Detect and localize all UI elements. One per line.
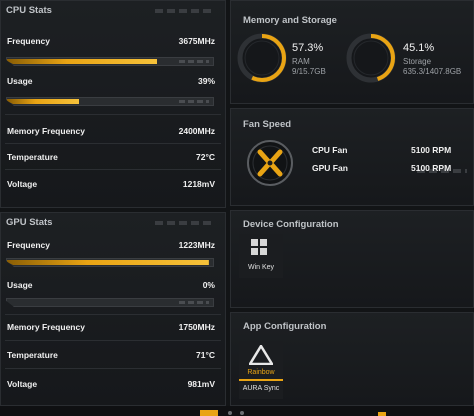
device-configuration-title: Device Configuration [243,219,339,230]
win-key-label: Win Key [247,264,275,271]
cpu-voltage-value: 1218mV [182,179,215,189]
cpu-memory-frequency-label: Memory Frequency [7,126,85,136]
cpu-frequency-label: Frequency [7,36,50,46]
cpu-temperature-label: Temperature [7,152,58,162]
page-indicator-dot[interactable] [240,411,244,415]
page-indicator-active[interactable] [200,410,218,416]
panel-decoration [155,9,215,13]
memory-storage-title: Memory and Storage [243,15,337,26]
app-configuration-title: App Configuration [243,321,327,332]
gpu-frequency-bar-fill [7,260,209,265]
bottom-bar [0,406,474,416]
gpu-temperature-label: Temperature [7,350,58,360]
app-configuration-panel: App Configuration Rainbow AURA Sync [230,312,474,406]
gpu-stats-title: GPU Stats [6,217,53,228]
gpu-usage-value: 0% [202,280,215,290]
gpu-voltage-label: Voltage [7,379,38,389]
win-key-toggle[interactable]: Win Key [239,234,283,278]
cpu-frequency-bar [6,57,214,66]
divider [5,143,221,144]
ram-detail: 9/15.7GB [292,67,326,76]
divider [5,314,221,315]
divider [5,368,221,369]
cpu-memory-frequency-value: 2400MHz [178,126,215,136]
cpu-usage-label: Usage [7,76,33,86]
cpu-fan-value: 5100 RPM [411,145,452,155]
storage-label: Storage [403,57,432,66]
memory-storage-panel: Memory and Storage 57.3% RAM 9/15.7GB 45… [230,0,474,104]
gpu-usage-bar [6,298,214,307]
gpu-fan-label: GPU Fan [312,163,348,173]
gpu-stats-panel: GPU Stats Frequency 1223MHz Usage 0% Mem… [0,212,226,406]
gpu-voltage-value: 981mV [187,379,215,389]
fan-speed-title: Fan Speed [243,119,292,130]
page-indicator-dot[interactable] [228,411,232,415]
ram-percent: 57.3% [292,42,324,54]
cpu-usage-bar-fill [7,99,80,104]
cpu-voltage-label: Voltage [7,179,38,189]
gpu-frequency-bar [6,258,214,267]
bottom-accent-mark [378,412,386,416]
panel-decoration [155,221,215,225]
divider [5,169,221,170]
device-configuration-panel: Device Configuration Win Key [230,210,474,308]
gpu-memory-frequency-label: Memory Frequency [7,322,85,332]
bar-decoration [179,301,209,304]
gpu-frequency-value: 1223MHz [178,240,215,250]
ram-gauge [237,33,287,83]
bar-decoration [179,100,209,103]
cpu-usage-bar [6,97,214,106]
fan-icon [247,140,293,186]
gpu-temperature-value: 71°C [196,350,215,360]
aura-sync-icon [249,345,273,365]
cpu-frequency-bar-fill [7,59,158,64]
storage-percent: 45.1% [403,42,435,54]
cpu-temperature-value: 72°C [196,152,215,162]
cpu-usage-value: 39% [197,76,215,86]
cpu-fan-label: CPU Fan [312,145,348,155]
gpu-usage-label: Usage [7,280,33,290]
cpu-stats-panel: CPU Stats Frequency 3675MHz Usage 39% Me… [0,0,226,208]
bar-decoration [179,60,209,63]
divider [5,114,221,115]
storage-gauge [346,33,396,83]
aura-sync-button[interactable]: Rainbow AURA Sync [239,341,283,399]
ram-label: RAM [292,57,310,66]
gpu-fan-value: 5100 RPM [411,163,452,173]
rainbow-indicator [239,379,283,381]
gpu-memory-frequency-value: 1750MHz [178,322,215,332]
storage-detail: 635.3/1407.8GB [403,67,462,76]
divider [5,340,221,341]
rainbow-label: Rainbow [247,369,275,376]
fan-speed-panel: Fan Speed CPU Fan 5100 RPM GPU Fan 5100 … [230,108,474,206]
cpu-frequency-value: 3675MHz [178,36,215,46]
cpu-stats-title: CPU Stats [6,5,52,16]
gpu-frequency-label: Frequency [7,240,50,250]
windows-icon [251,239,267,255]
aura-sync-label: AURA Sync [242,385,280,392]
